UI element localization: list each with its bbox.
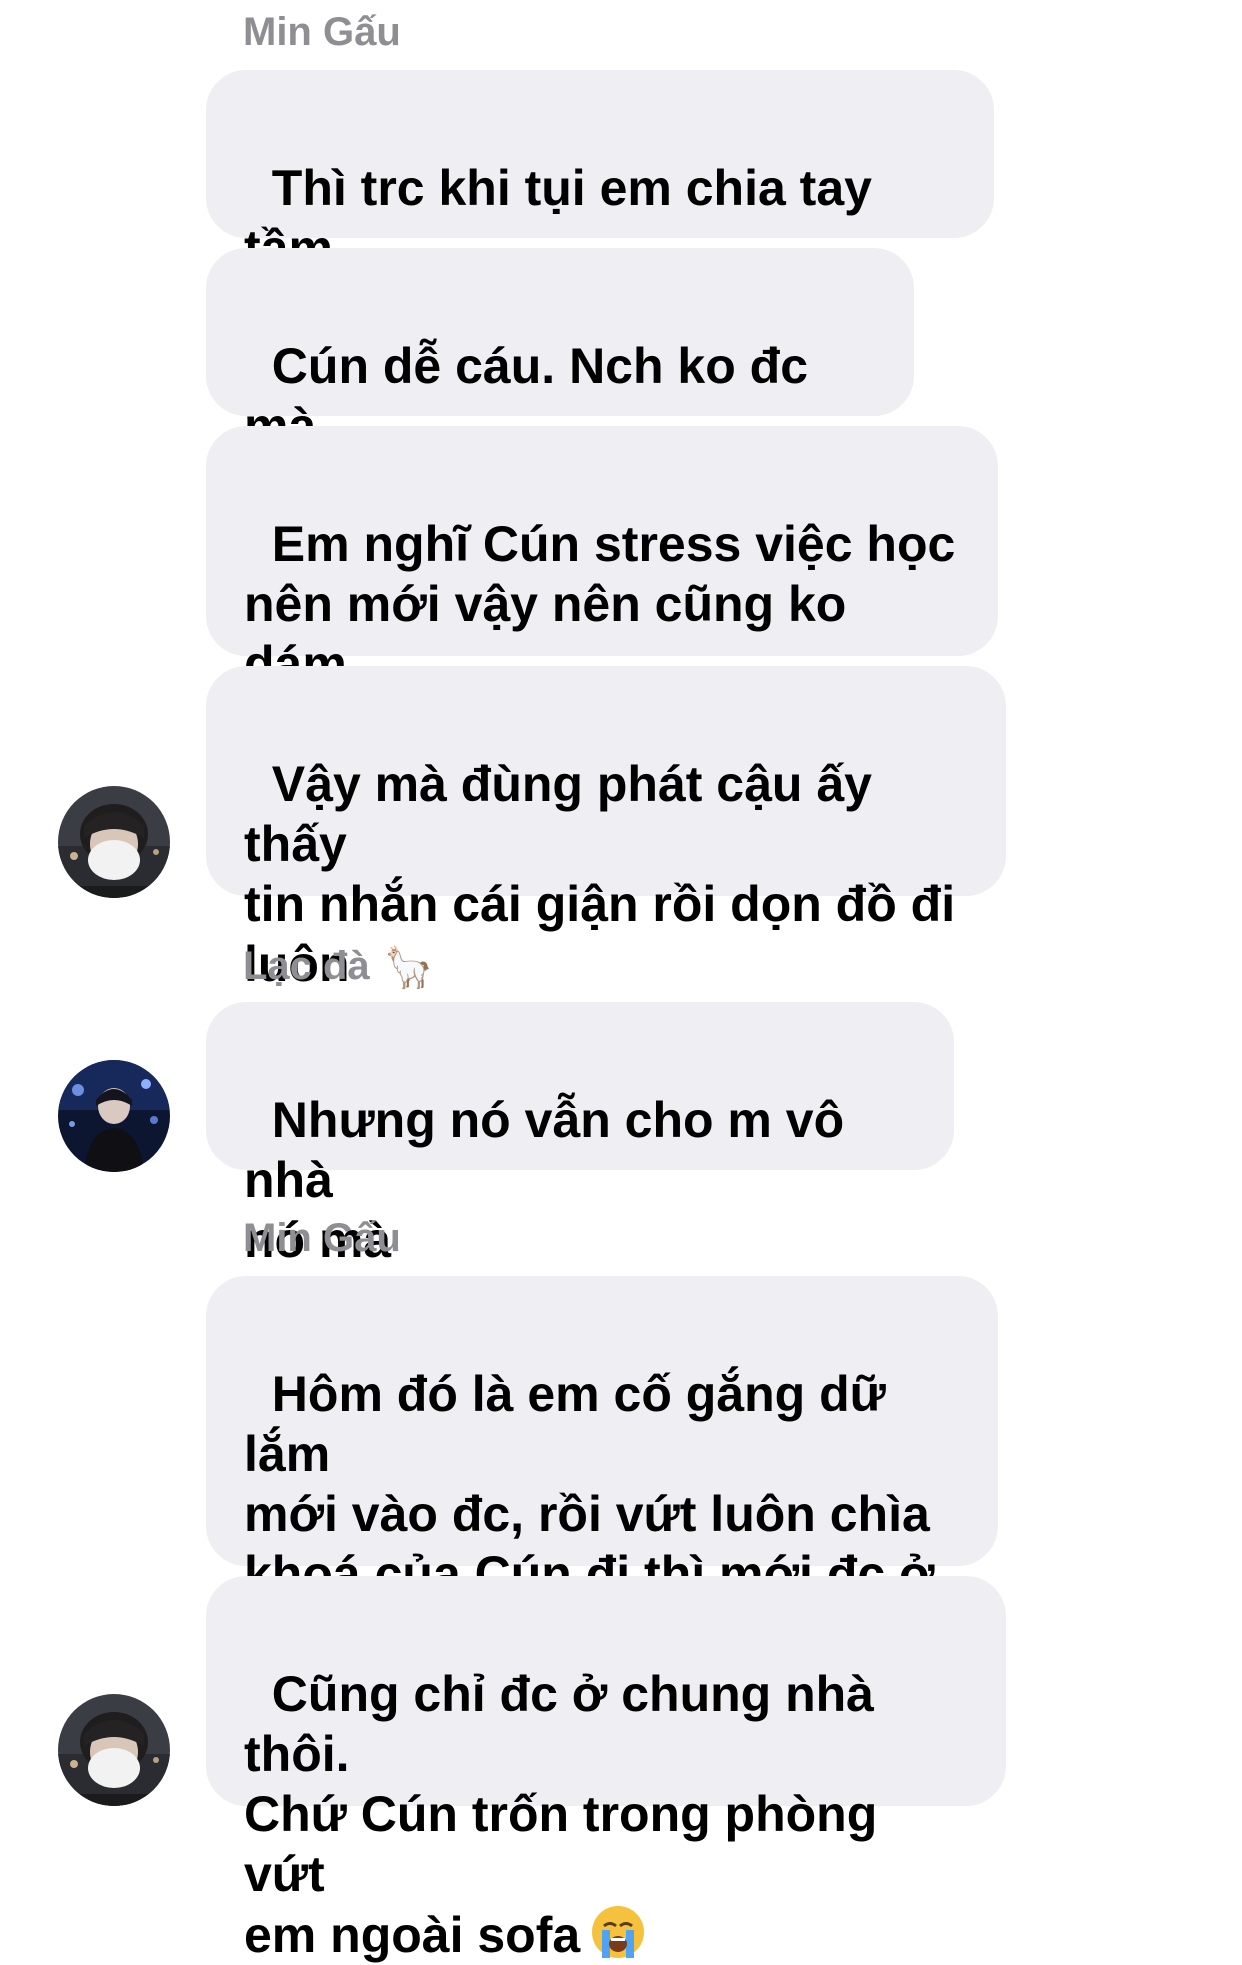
message-bubble[interactable]: Cún dễ cáu. Nch ko đc mà đụng vào càng k… [206, 248, 914, 514]
message-bubble[interactable]: Vậy mà đùng phát cậu ấy thấy tin nhắn cá… [206, 666, 1006, 992]
message-text: Cũng chỉ đc ở chung nhà thôi. Chứ Cún tr… [244, 1666, 878, 1963]
sender-name: Lạc đà 🦙 [243, 942, 434, 992]
message-bubble[interactable]: Thì trc khi tụi em chia tay tầm 2-3 ấy [206, 70, 994, 336]
message-bubble[interactable]: Em nghĩ Cún stress việc học nên mới vậy … [206, 426, 998, 752]
avatar-masked-person[interactable] [58, 786, 170, 898]
sender-name: Min Gấu [243, 1216, 401, 1260]
llama-emoji: 🦙 [383, 946, 434, 991]
sender-name: Min Gấu [243, 10, 401, 54]
message-bubble[interactable]: Cũng chỉ đc ở chung nhà thôi. Chứ Cún tr… [206, 1576, 1006, 1963]
loudly-crying-face-emoji [592, 1906, 645, 1958]
sender-name-text: Lạc đà [243, 944, 370, 988]
avatar-person-stage-lights-image [58, 1060, 170, 1172]
avatar-masked-person-image [58, 786, 170, 898]
avatar-masked-person[interactable] [58, 1694, 170, 1806]
avatar-person-stage-lights[interactable] [58, 1060, 170, 1172]
avatar-masked-person-image [58, 1694, 170, 1806]
message-bubble[interactable]: Hôm đó là em cố gắng dữ lắm mới vào đc, … [206, 1276, 998, 1662]
message-bubble[interactable]: Nhưng nó vẫn cho m vô nhà nó mà [206, 1002, 954, 1268]
